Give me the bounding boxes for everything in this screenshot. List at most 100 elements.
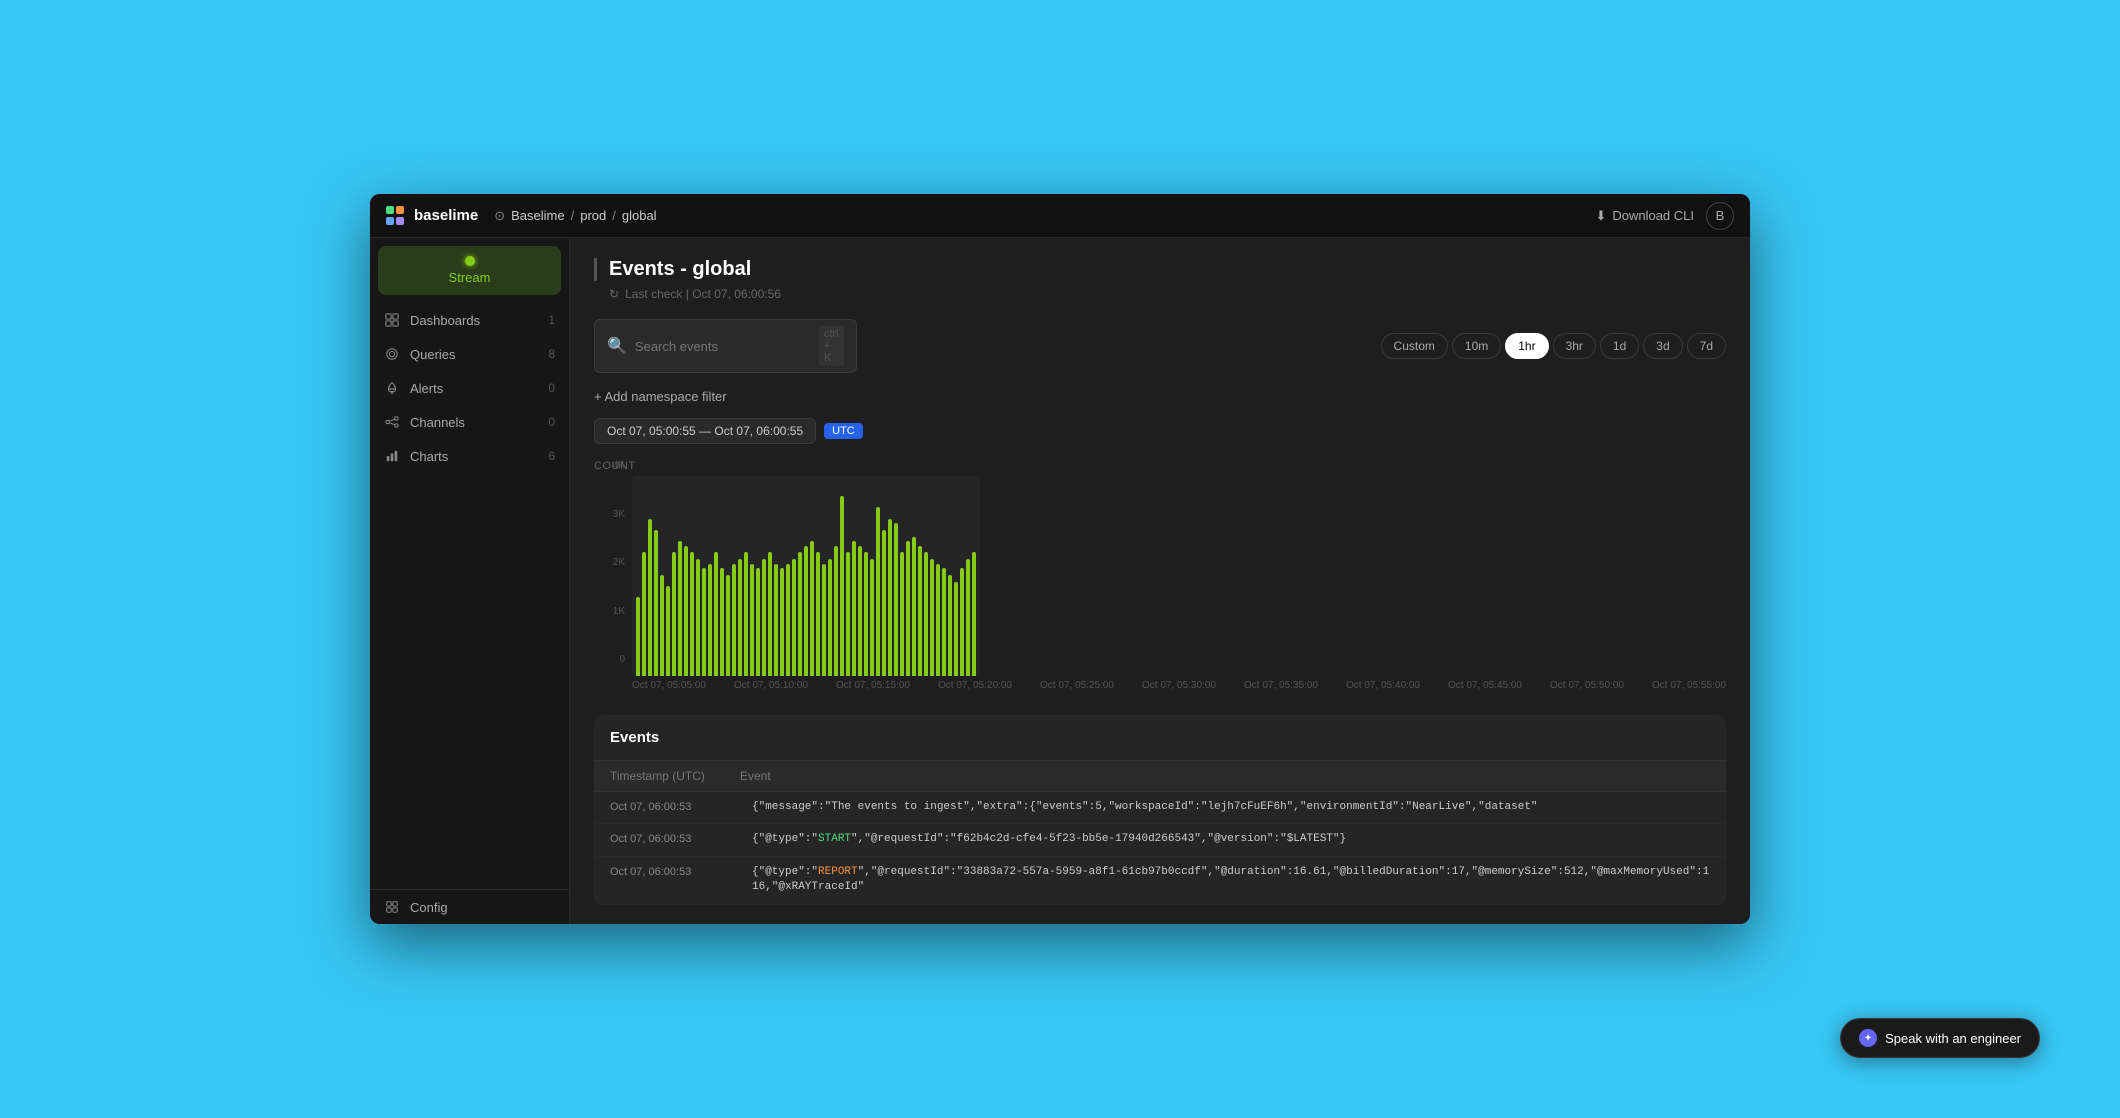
event-row[interactable]: Oct 07, 06:00:53 {"@type":"REPORT","@req… (594, 857, 1726, 905)
time-btn-1d[interactable]: 1d (1600, 333, 1639, 359)
channels-icon (384, 414, 400, 430)
sidebar-item-channels[interactable]: Channels 0 (370, 405, 569, 439)
date-range-pill[interactable]: Oct 07, 05:00:55 — Oct 07, 06:00:55 (594, 418, 816, 444)
events-section: Events Timestamp (UTC) Event Oct 07, 06:… (594, 715, 1726, 905)
chart-bar (816, 552, 820, 676)
speak-with-engineer-button[interactable]: ✦ Speak with an engineer (1840, 1018, 2040, 1058)
toolbar: 🔍 ctrl + K Custom 10m 1hr 3hr 1d 3d 7d (594, 319, 1726, 373)
time-btn-3hr[interactable]: 3hr (1553, 333, 1596, 359)
chart-bar (876, 507, 880, 676)
search-box[interactable]: 🔍 ctrl + K (594, 319, 857, 373)
event-row[interactable]: Oct 07, 06:00:53 {"message":"The events … (594, 792, 1726, 824)
chart-bar (702, 568, 706, 676)
chart-bar (690, 552, 694, 676)
chart-bar (960, 568, 964, 676)
breadcrumb-prod[interactable]: prod (580, 208, 606, 223)
search-shortcut: ctrl + K (819, 326, 844, 366)
event-data-3: {"@type":"REPORT","@requestId":"33883a72… (752, 865, 1710, 896)
chart-bars (632, 476, 980, 676)
alerts-label: Alerts (410, 381, 538, 396)
sidebar-item-config[interactable]: Config (370, 890, 569, 924)
time-btn-3d[interactable]: 3d (1643, 333, 1682, 359)
chart-bar (858, 546, 862, 677)
breadcrumb-baselime[interactable]: Baselime (511, 208, 564, 223)
chart-bar (942, 568, 946, 676)
chart-bar (912, 537, 916, 677)
chart-bar (834, 546, 838, 677)
chart-bar (924, 552, 928, 676)
event-row[interactable]: Oct 07, 06:00:53 {"@type":"START","@requ… (594, 824, 1726, 856)
chart-bar (642, 552, 646, 676)
chart-bar (900, 552, 904, 676)
last-check: ↻ Last check | Oct 07, 06:00:56 (594, 287, 1726, 301)
chart-bar (684, 546, 688, 677)
chart-bar (864, 552, 868, 676)
chart-bar (894, 523, 898, 676)
time-btn-7d[interactable]: 7d (1687, 333, 1726, 359)
time-btn-custom[interactable]: Custom (1381, 333, 1448, 359)
chart-bar (648, 519, 652, 677)
sidebar-item-dashboards[interactable]: Dashboards 1 (370, 303, 569, 337)
event-timestamp-2: Oct 07, 06:00:53 (610, 832, 740, 845)
chart-bar (678, 541, 682, 676)
breadcrumb-global[interactable]: global (622, 208, 657, 223)
sidebar-item-queries[interactable]: Queries 8 (370, 337, 569, 371)
sidebar-item-stream[interactable]: Stream (378, 246, 561, 295)
chart-bar (672, 552, 676, 676)
col-header-timestamp: Timestamp (UTC) (610, 769, 740, 783)
chart-bar (726, 575, 730, 676)
add-namespace-filter[interactable]: + Add namespace filter (594, 389, 1726, 404)
y-label-3k: 3K (613, 509, 625, 520)
chart-bar (750, 564, 754, 677)
chart-bar (930, 559, 934, 676)
chart-bar (654, 530, 658, 676)
chart-x-labels: Oct 07, 05:05:00 Oct 07, 05:10:00 Oct 07… (632, 676, 1726, 695)
page-header: Events - global (594, 258, 1726, 281)
channels-label: Channels (410, 415, 538, 430)
queries-icon (384, 346, 400, 362)
charts-count: 6 (548, 449, 555, 463)
chart-y-axis: 4K 3K 2K 1K 0 (594, 460, 629, 665)
sidebar-bottom: Config (370, 889, 569, 924)
chart-bar (966, 559, 970, 676)
chart-bar (774, 564, 778, 677)
speak-icon: ✦ (1859, 1029, 1877, 1047)
topbar: baselime ⊙ Baselime / prod / global ⬇ Do… (370, 194, 1750, 238)
chart-bar (762, 559, 766, 676)
content-area: Events - global ↻ Last check | Oct 07, 0… (570, 238, 1750, 924)
chart-bar (810, 541, 814, 676)
dashboards-icon (384, 312, 400, 328)
chart-bar (936, 564, 940, 677)
chart-bar (882, 530, 886, 676)
chart-bar (768, 552, 772, 676)
refresh-icon: ↻ (609, 287, 619, 301)
download-cli-button[interactable]: ⬇ Download CLI (1595, 208, 1694, 224)
chart-bar (906, 541, 910, 676)
sidebar-item-alerts[interactable]: Alerts 0 (370, 371, 569, 405)
chart-bar (756, 568, 760, 676)
time-btn-1hr[interactable]: 1hr (1505, 333, 1548, 359)
col-header-event: Event (740, 769, 1710, 783)
event-data-1: {"message":"The events to ingest","extra… (752, 800, 1710, 815)
chart-bar (714, 552, 718, 676)
download-icon: ⬇ (1595, 208, 1606, 224)
chart-bar (852, 541, 856, 676)
chart-bar (840, 496, 844, 676)
time-btn-10m[interactable]: 10m (1452, 333, 1501, 359)
logo-area: baselime (386, 206, 478, 226)
config-label: Config (410, 900, 555, 915)
chart-bar (798, 552, 802, 676)
chart-bar (954, 582, 958, 677)
dashboards-count: 1 (548, 313, 555, 327)
chart-bar (708, 564, 712, 677)
chart-bar (636, 597, 640, 676)
events-table-header: Timestamp (UTC) Event (594, 761, 1726, 792)
chart-bar (738, 559, 742, 676)
search-input[interactable] (635, 339, 811, 354)
chart-bar (792, 559, 796, 676)
logo-icon (386, 206, 406, 226)
event-data-2: {"@type":"START","@requestId":"f62b4c2d-… (752, 832, 1710, 847)
user-avatar[interactable]: B (1706, 202, 1734, 230)
stream-label: Stream (449, 270, 491, 285)
sidebar-item-charts[interactable]: Charts 6 (370, 439, 569, 473)
